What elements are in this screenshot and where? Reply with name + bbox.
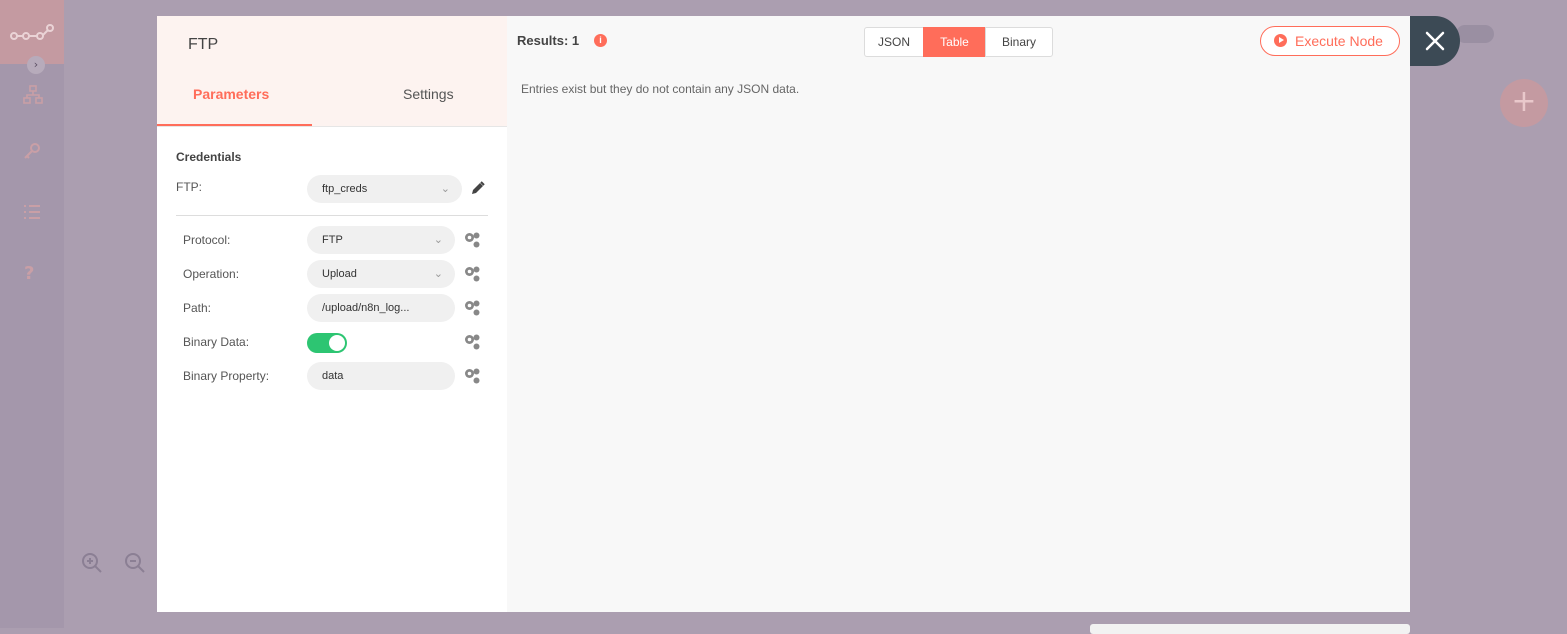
binary-data-toggle[interactable] — [307, 333, 347, 353]
execute-node-label: Execute Node — [1295, 33, 1383, 49]
play-icon — [1274, 34, 1287, 47]
operation-select[interactable]: Upload ⌄ — [307, 260, 455, 288]
close-icon — [1425, 31, 1445, 51]
binary-property-input[interactable]: data — [307, 362, 455, 390]
info-icon[interactable]: i — [594, 34, 607, 47]
toggle-knob — [329, 335, 345, 351]
path-input[interactable]: /upload/n8n_log... — [307, 294, 455, 322]
gear-icon[interactable] — [463, 299, 481, 317]
operation-label: Operation: — [183, 267, 240, 281]
logo-icon[interactable] — [0, 0, 64, 64]
binary-data-label: Binary Data: — [183, 335, 250, 349]
gear-icon[interactable] — [463, 367, 481, 385]
list-icon[interactable] — [22, 202, 42, 222]
protocol-select[interactable]: FTP ⌄ — [307, 226, 455, 254]
parameters-panel: FTP Parameters Settings Credentials FTP:… — [157, 16, 507, 612]
key-icon[interactable] — [22, 141, 42, 161]
zoom-in-icon[interactable] — [80, 551, 104, 575]
node-details-modal: FTP Parameters Settings Credentials FTP:… — [157, 16, 1410, 612]
divider — [176, 215, 488, 216]
app-sidebar: › ? — [0, 0, 64, 628]
protocol-label: Protocol: — [183, 233, 231, 247]
operation-value: Upload — [322, 268, 357, 280]
close-modal-button[interactable] — [1410, 16, 1460, 66]
chevron-down-icon: ⌄ — [433, 234, 443, 246]
execute-node-button[interactable]: Execute Node — [1260, 26, 1400, 56]
help-icon[interactable]: ? — [20, 262, 40, 282]
protocol-value: FTP — [322, 234, 343, 246]
view-json-button[interactable]: JSON — [864, 27, 924, 57]
plus-icon[interactable]: + — [1500, 79, 1548, 127]
bottom-panel — [1090, 624, 1410, 634]
gear-icon[interactable] — [463, 231, 481, 249]
empty-output-message: Entries exist but they do not contain an… — [521, 82, 800, 96]
pencil-icon[interactable] — [470, 180, 486, 196]
svg-text:?: ? — [24, 263, 34, 282]
gear-icon[interactable] — [463, 265, 481, 283]
zoom-out-icon[interactable] — [123, 551, 147, 575]
path-label: Path: — [183, 301, 212, 315]
expand-sidebar-icon[interactable]: › — [27, 56, 45, 74]
view-binary-button[interactable]: Binary — [985, 27, 1053, 57]
credential-label: FTP: — [176, 180, 202, 194]
network-icon[interactable] — [23, 85, 43, 105]
credential-select[interactable]: ftp_creds ⌄ — [307, 175, 462, 203]
output-panel: Results: 1 i JSON Table Binary Execute N… — [507, 16, 1410, 612]
binary-property-label: Binary Property: — [183, 369, 270, 383]
credential-value: ftp_creds — [322, 183, 368, 195]
tab-settings[interactable]: Settings — [403, 86, 454, 102]
credentials-section-title: Credentials — [176, 150, 242, 164]
tab-parameters[interactable]: Parameters — [193, 86, 269, 102]
chevron-down-icon: ⌄ — [433, 268, 443, 280]
gear-icon[interactable] — [463, 333, 481, 351]
panel-header: FTP Parameters Settings — [157, 16, 507, 127]
chevron-down-icon: ⌄ — [440, 183, 450, 195]
active-tab-indicator — [157, 124, 312, 126]
view-table-button[interactable]: Table — [923, 27, 986, 57]
results-count: Results: 1 — [517, 33, 580, 48]
workflow-active-toggle[interactable] — [1456, 25, 1494, 43]
node-title[interactable]: FTP — [188, 36, 218, 54]
